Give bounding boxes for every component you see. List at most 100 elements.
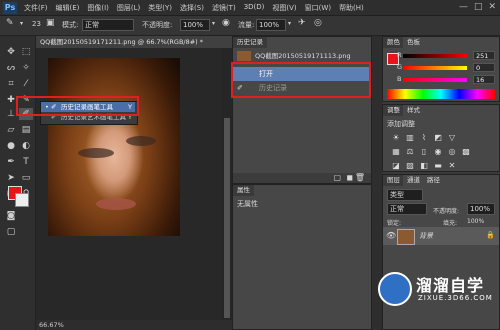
brush-panel-icon[interactable]: ▣ [46, 18, 55, 28]
window-controls: — □ ✕ [459, 2, 496, 12]
menu-type[interactable]: 类型(Y) [148, 3, 172, 13]
brightness-icon[interactable]: ☀ [391, 133, 401, 142]
tab-paths[interactable]: 路径 [423, 175, 444, 186]
posterize-icon[interactable]: ▨ [405, 161, 415, 170]
menu-view[interactable]: 视图(V) [272, 3, 296, 13]
new-document-icon[interactable]: ▢ [333, 173, 341, 182]
brush-size[interactable]: 23 [32, 20, 41, 28]
blend-mode-select[interactable]: 正常 [387, 203, 427, 215]
chevron-down-icon[interactable]: ▾ [288, 20, 291, 27]
threshold-icon[interactable]: ◧ [419, 161, 429, 170]
tab-styles[interactable]: 样式 [403, 105, 424, 116]
channel-mixer-icon[interactable]: ◎ [447, 147, 457, 156]
color-spectrum-ramp[interactable] [387, 89, 495, 99]
opacity-input[interactable]: 100% [180, 19, 210, 31]
menu-select[interactable]: 选择(S) [180, 3, 204, 13]
dodge-tool-icon[interactable]: ◐ [19, 140, 33, 152]
b-value-input[interactable]: 16 [473, 75, 495, 84]
photo-filter-icon[interactable]: ◉ [433, 147, 443, 156]
opacity-label: 不透明度: [142, 21, 173, 29]
trash-icon[interactable]: 🗑 [355, 173, 365, 182]
adjustments-panel: 调整 样式 添加调整 ☀ ▥ ⌇ ◩ ▽ ▦ ⚖ ▯ ◉ ◎ ▩ ◪ ▨ ◧ ▬… [382, 104, 500, 172]
shape-tool-icon[interactable]: ▭ [19, 172, 33, 184]
color-balance-icon[interactable]: ⚖ [405, 147, 415, 156]
camera-icon[interactable]: ◼ [346, 173, 353, 182]
tab-properties[interactable]: 属性 [233, 185, 254, 196]
close-button[interactable]: ✕ [488, 2, 496, 12]
menu-file[interactable]: 文件(F) [24, 3, 48, 13]
g-slider[interactable] [403, 66, 467, 70]
pressure-size-icon[interactable]: ◎ [314, 18, 322, 28]
photoshop-logo: Ps [3, 2, 17, 14]
quick-mask-icon[interactable]: ◙ [4, 210, 18, 222]
eye-icon[interactable]: 👁 [386, 231, 396, 240]
flow-input[interactable]: 100% [256, 19, 286, 31]
watermark-brand: 溜溜自学 [416, 276, 485, 295]
path-select-tool-icon[interactable]: ➤ [4, 172, 18, 184]
highlight-box-history [231, 62, 371, 98]
hue-saturation-icon[interactable]: ▦ [391, 147, 401, 156]
menu-filter[interactable]: 滤镜(T) [212, 3, 236, 13]
background-color-swatch[interactable] [15, 193, 29, 207]
menu-edit[interactable]: 编辑(E) [56, 3, 80, 13]
selective-color-icon[interactable]: ✕ [447, 161, 457, 170]
maximize-button[interactable]: □ [474, 2, 483, 12]
crop-tool-icon[interactable]: ⌗ [4, 78, 18, 90]
menu-window[interactable]: 窗口(W) [305, 3, 331, 13]
flow-label: 流量: [238, 21, 255, 29]
tab-swatches[interactable]: 色板 [403, 37, 424, 48]
tab-layers[interactable]: 图层 [383, 175, 404, 186]
document-tab[interactable]: QQ截图20150519171211.png @ 66.7%(RGB/8#) * [36, 36, 232, 48]
mode-select[interactable]: 正常 [82, 19, 134, 31]
gradient-tool-icon[interactable]: ▤ [19, 124, 33, 136]
curves-icon[interactable]: ⌇ [419, 133, 429, 142]
zoom-level[interactable]: 66.67% [39, 321, 64, 329]
b-slider[interactable] [403, 78, 467, 82]
color-lookup-icon[interactable]: ▩ [461, 147, 471, 156]
layer-opacity-label: 不透明度: [433, 208, 460, 215]
screen-mode-icon[interactable]: ▢ [4, 226, 18, 238]
chevron-down-icon[interactable]: ▾ [212, 20, 215, 27]
history-snapshot-row[interactable]: QQ截图20150519171113.png [233, 49, 371, 63]
r-slider[interactable] [403, 54, 467, 58]
tab-history[interactable]: 历史记录 [233, 37, 267, 48]
r-value-input[interactable]: 251 [473, 51, 495, 60]
black-white-icon[interactable]: ▯ [419, 147, 429, 156]
channel-r-label: R [397, 51, 402, 59]
marquee-tool-icon[interactable]: ⬚ [19, 46, 33, 58]
lock-label: 锁定: [387, 220, 402, 227]
g-value-input[interactable]: 0 [473, 63, 495, 72]
layer-filter-select[interactable]: 类型 [387, 189, 423, 201]
scroll-thumb[interactable] [224, 118, 230, 318]
chevron-down-icon[interactable]: ▾ [20, 20, 23, 27]
layer-row-background[interactable]: 👁 背景 🔒 [383, 227, 499, 245]
menu-layer[interactable]: 图层(L) [117, 3, 140, 13]
pressure-opacity-icon[interactable]: ◉ [222, 18, 230, 28]
portrait-photo[interactable] [48, 58, 180, 236]
layer-opacity-input[interactable]: 100% [467, 203, 495, 215]
blur-tool-icon[interactable]: ● [4, 140, 18, 152]
quick-select-tool-icon[interactable]: ✧ [19, 62, 33, 74]
eyedropper-tool-icon[interactable]: ⁄ [19, 78, 33, 90]
invert-icon[interactable]: ◪ [391, 161, 401, 170]
menu-image[interactable]: 图像(I) [87, 3, 109, 13]
airbrush-icon[interactable]: ✈ [298, 18, 306, 28]
levels-icon[interactable]: ▥ [405, 133, 415, 142]
tab-channels[interactable]: 通道 [403, 175, 424, 186]
lasso-tool-icon[interactable]: ᔕ [4, 62, 18, 74]
vibrance-icon[interactable]: ▽ [447, 133, 457, 142]
pen-tool-icon[interactable]: ✒ [4, 156, 18, 168]
type-tool-icon[interactable]: T [19, 156, 33, 168]
menu-3d[interactable]: 3D(D) [244, 3, 265, 13]
gradient-map-icon[interactable]: ▬ [433, 161, 443, 170]
channel-g-label: G [397, 63, 403, 71]
layer-name: 背景 [419, 232, 433, 240]
tab-adjustments[interactable]: 调整 [383, 105, 404, 116]
move-tool-icon[interactable]: ✥ [4, 46, 18, 58]
history-brush-icon[interactable]: ✎ [6, 18, 14, 28]
minimize-button[interactable]: — [459, 2, 468, 12]
exposure-icon[interactable]: ◩ [433, 133, 443, 142]
menu-help[interactable]: 帮助(H) [339, 3, 364, 13]
tab-color[interactable]: 颜色 [383, 37, 404, 48]
eraser-tool-icon[interactable]: ▱ [4, 124, 18, 136]
